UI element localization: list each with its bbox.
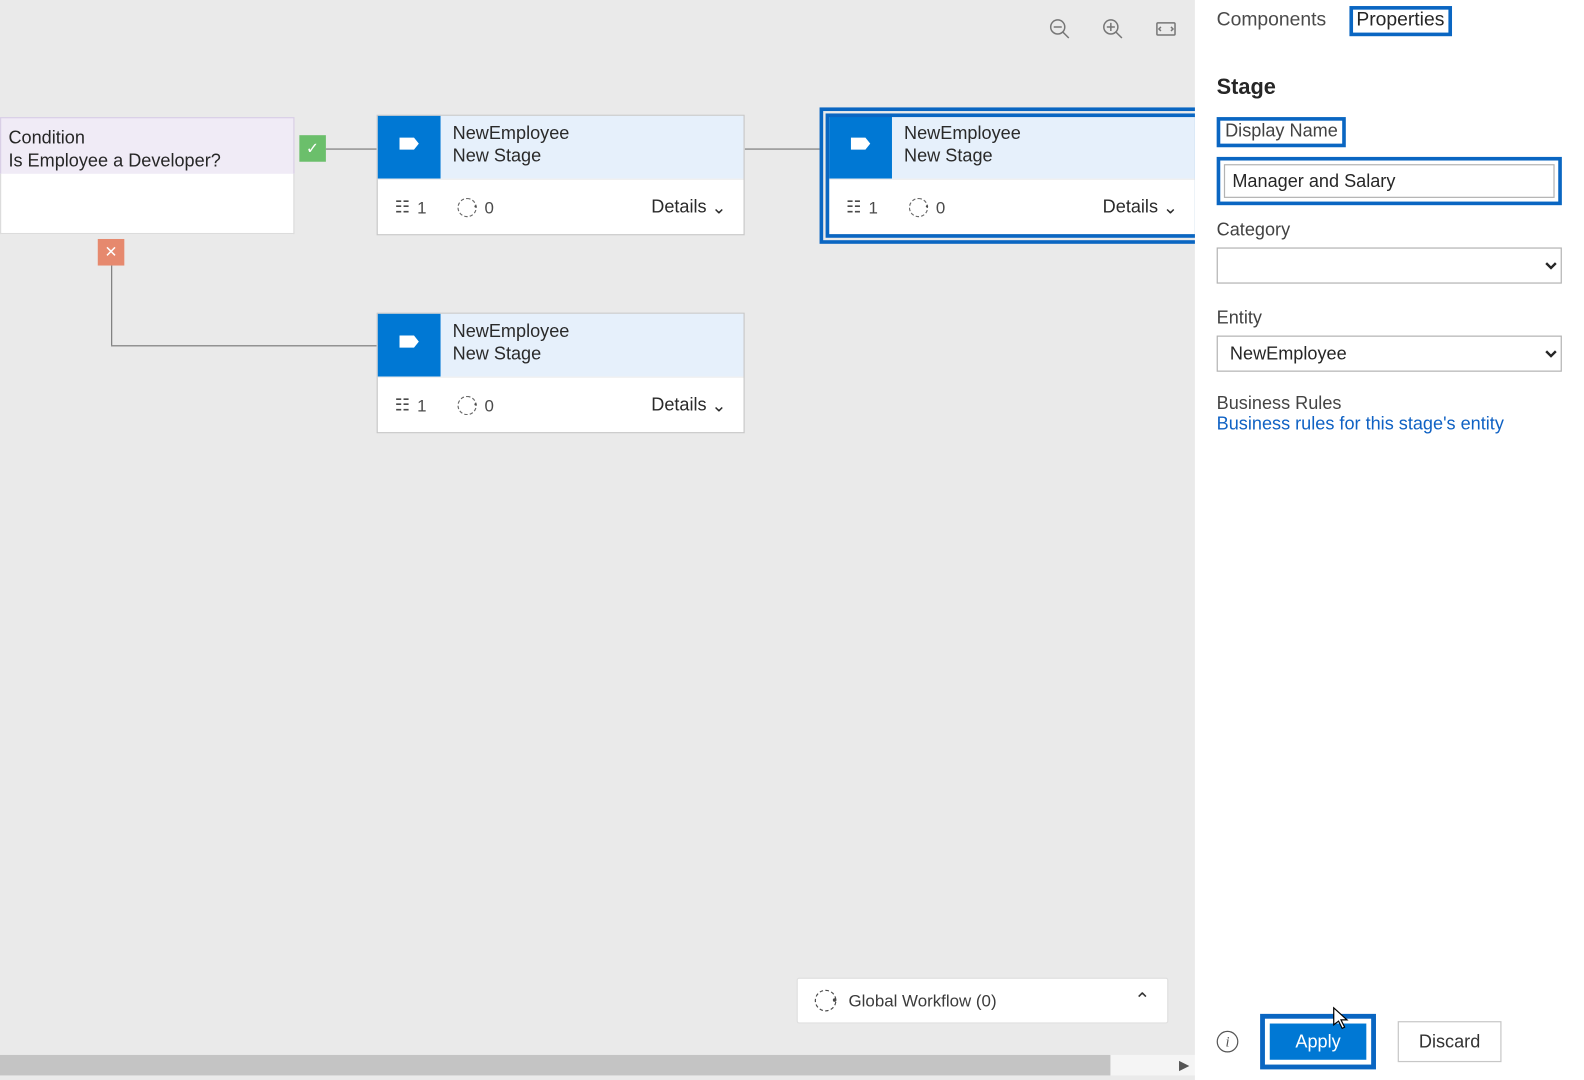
horizontal-scrollbar[interactable]: ▶ [0, 1055, 1195, 1076]
steps-icon: ☷ [395, 197, 410, 218]
stage-footer: ☷ 1 0 Details ⌄ [378, 377, 744, 433]
tab-properties-highlight: Properties [1349, 6, 1452, 36]
stage-subtitle: New Stage [904, 146, 1021, 169]
zoom-in-icon[interactable] [1098, 14, 1127, 43]
stage-header: NewEmployee New Stage [829, 116, 1195, 179]
stage-node-selected[interactable]: NewEmployee New Stage ☷ 1 0 Details ⌄ [828, 115, 1196, 236]
connector-line [111, 345, 377, 346]
entity-label: Entity [1217, 308, 1562, 329]
workflow-icon [909, 197, 928, 216]
display-name-input[interactable] [1224, 164, 1555, 198]
workflow-count: 0 [484, 395, 493, 414]
zoom-out-icon[interactable] [1045, 14, 1074, 43]
apply-button[interactable]: Apply [1270, 1024, 1367, 1060]
stage-footer: ☷ 1 0 Details ⌄ [378, 179, 744, 235]
tab-components[interactable]: Components [1217, 10, 1326, 37]
info-icon[interactable]: i [1217, 1031, 1239, 1053]
stage-title: NewEmployee [904, 123, 1021, 146]
details-label: Details [651, 395, 706, 416]
details-toggle[interactable]: Details ⌄ [651, 196, 726, 218]
canvas-toolbar [1045, 14, 1180, 43]
steps-count: 1 [869, 197, 878, 216]
category-select[interactable] [1217, 247, 1562, 283]
connector-line [745, 148, 820, 149]
stage-title: NewEmployee [453, 321, 570, 344]
stage-flag-icon [378, 314, 441, 377]
scroll-right-arrow-icon[interactable]: ▶ [1173, 1055, 1195, 1076]
stage-flag-icon [829, 116, 892, 179]
condition-no-icon: ✕ [98, 239, 125, 266]
properties-panel: Components Properties Stage Display Name… [1195, 0, 1584, 1080]
workflow-icon [815, 990, 837, 1012]
display-name-highlight [1217, 157, 1562, 205]
workflow-count: 0 [484, 197, 493, 216]
stage-node[interactable]: NewEmployee New Stage ☷ 1 0 Details ⌄ [377, 313, 745, 434]
panel-footer: i Apply Discard [1195, 1003, 1584, 1080]
condition-question: Is Employee a Developer? [8, 151, 281, 174]
steps-icon: ☷ [395, 395, 410, 416]
stage-header: NewEmployee New Stage [378, 116, 744, 179]
chevron-down-icon: ⌄ [1163, 196, 1178, 218]
condition-body[interactable] [0, 174, 295, 234]
workflow-icon [458, 395, 477, 414]
details-label: Details [651, 197, 706, 218]
stage-footer: ☷ 1 0 Details ⌄ [829, 179, 1195, 235]
details-toggle[interactable]: Details ⌄ [651, 394, 726, 416]
global-workflow-bar[interactable]: Global Workflow (0) ⌃ [797, 978, 1169, 1024]
category-label: Category [1217, 220, 1562, 241]
global-workflow-label: Global Workflow (0) [849, 991, 1135, 1010]
details-label: Details [1103, 197, 1158, 218]
chevron-up-icon: ⌃ [1134, 989, 1150, 1013]
chevron-down-icon: ⌄ [711, 394, 726, 416]
scrollbar-thumb[interactable] [0, 1055, 1110, 1076]
condition-yes-icon: ✓ [299, 135, 326, 162]
tab-properties[interactable]: Properties [1353, 10, 1448, 37]
panel-tabs: Components Properties [1195, 0, 1584, 36]
stage-header: NewEmployee New Stage [378, 314, 744, 377]
business-rules-label: Business Rules [1217, 393, 1562, 414]
discard-button[interactable]: Discard [1398, 1021, 1502, 1062]
stage-subtitle: New Stage [453, 344, 570, 367]
entity-select[interactable]: NewEmployee [1217, 336, 1562, 372]
apply-button-highlight: Apply [1260, 1014, 1376, 1070]
display-name-label-highlight: Display Name [1217, 117, 1347, 147]
business-rules-link[interactable]: Business rules for this stage's entity [1217, 414, 1504, 435]
tab-properties-label: Properties [1356, 10, 1444, 31]
workflow-count: 0 [936, 197, 945, 216]
chevron-down-icon: ⌄ [711, 196, 726, 218]
flow-canvas[interactable]: Condition Is Employee a Developer? ✓ ✕ N… [0, 0, 1195, 1080]
steps-icon: ☷ [846, 197, 861, 218]
stage-subtitle: New Stage [453, 146, 570, 169]
connector-line [111, 266, 112, 346]
condition-title: Condition [8, 128, 281, 151]
stage-flag-icon [378, 116, 441, 179]
display-name-label: Display Name [1225, 121, 1338, 142]
stage-title: NewEmployee [453, 123, 570, 146]
steps-count: 1 [417, 197, 426, 216]
steps-count: 1 [417, 395, 426, 414]
connector-line [326, 148, 377, 149]
workflow-icon [458, 197, 477, 216]
details-toggle[interactable]: Details ⌄ [1103, 196, 1178, 218]
panel-heading: Stage [1217, 75, 1562, 100]
stage-node[interactable]: NewEmployee New Stage ☷ 1 0 Details ⌄ [377, 115, 745, 236]
fit-to-screen-icon[interactable] [1151, 14, 1180, 43]
